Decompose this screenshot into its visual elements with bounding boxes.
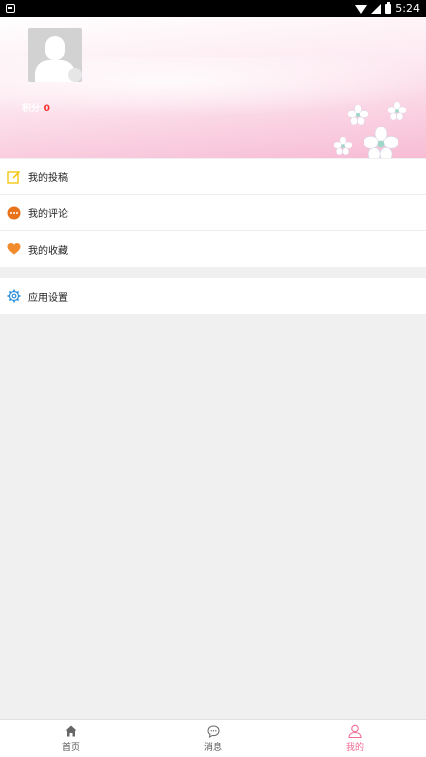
flower-decoration-icon	[388, 102, 406, 120]
home-icon	[64, 724, 78, 738]
menu-item-my-favorites[interactable]: 我的收藏	[0, 231, 426, 267]
comment-icon	[7, 206, 21, 220]
flower-decoration-icon	[348, 105, 368, 125]
status-time: 5:24	[395, 2, 420, 15]
avatar-badge	[68, 68, 82, 82]
battery-icon	[385, 1, 392, 14]
points-display: 积分:0	[22, 101, 50, 114]
notification-icon	[6, 4, 15, 13]
nav-item-messages[interactable]: 消息	[142, 720, 284, 757]
message-icon	[206, 724, 220, 738]
menu-item-my-comments[interactable]: 我的评论	[0, 195, 426, 231]
nav-label-messages: 消息	[203, 743, 222, 753]
flower-decoration-icon	[364, 127, 398, 158]
points-label: 积分:	[22, 104, 44, 114]
menu-item-label: 我的收藏	[28, 245, 68, 257]
wifi-icon	[355, 4, 368, 14]
bottom-nav: 首页 消息 我的	[0, 719, 426, 757]
menu-group-account: 我的投稿 我的评论 我的收藏	[0, 159, 426, 267]
points-value: 0	[43, 104, 50, 114]
heart-icon	[7, 242, 21, 256]
signal-icon	[371, 3, 382, 14]
nav-label-mine: 我的	[345, 743, 364, 753]
nav-label-home: 首页	[61, 743, 80, 753]
user-icon	[348, 724, 362, 738]
menu-item-my-posts[interactable]: 我的投稿	[0, 159, 426, 195]
menu-item-app-settings[interactable]: 应用设置	[0, 278, 426, 314]
menu-item-label: 我的投稿	[28, 173, 68, 184]
flower-decoration-icon	[334, 137, 352, 155]
status-bar: 5:24	[0, 0, 426, 17]
menu-item-label: 应用设置	[28, 292, 68, 304]
edit-icon	[7, 170, 21, 184]
menu-group-settings: 应用设置	[0, 278, 426, 314]
profile-header: 积分:0	[0, 17, 426, 158]
nav-item-home[interactable]: 首页	[0, 720, 142, 757]
menu-item-label: 我的评论	[28, 209, 68, 220]
gear-icon	[7, 289, 21, 303]
nav-item-mine[interactable]: 我的	[284, 720, 426, 757]
